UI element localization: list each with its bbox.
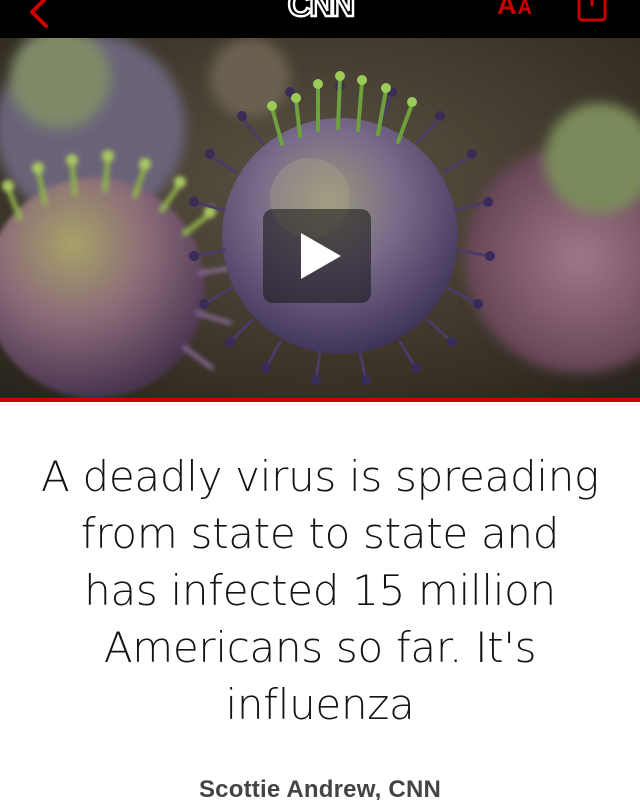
- svg-text:CNN: CNN: [288, 0, 354, 24]
- article-headline: A deadly virus is spreading from state t…: [41, 452, 599, 729]
- text-size-label-large: A: [497, 0, 518, 20]
- chevron-left-icon: [30, 0, 48, 28]
- share-button[interactable]: [572, 0, 612, 24]
- play-icon: [301, 233, 341, 279]
- article-byline: Scottie Andrew, CNN: [198, 776, 442, 800]
- top-bar: CNN AA: [0, 0, 640, 38]
- text-size-button[interactable]: AA: [497, 0, 533, 24]
- cnn-logo: CNN: [270, 0, 370, 26]
- play-button[interactable]: [263, 209, 371, 303]
- hero-video[interactable]: [0, 38, 640, 398]
- accent-divider: [0, 398, 640, 402]
- back-button[interactable]: [20, 0, 60, 32]
- share-icon: [577, 0, 607, 22]
- text-size-label-small: A: [517, 0, 533, 19]
